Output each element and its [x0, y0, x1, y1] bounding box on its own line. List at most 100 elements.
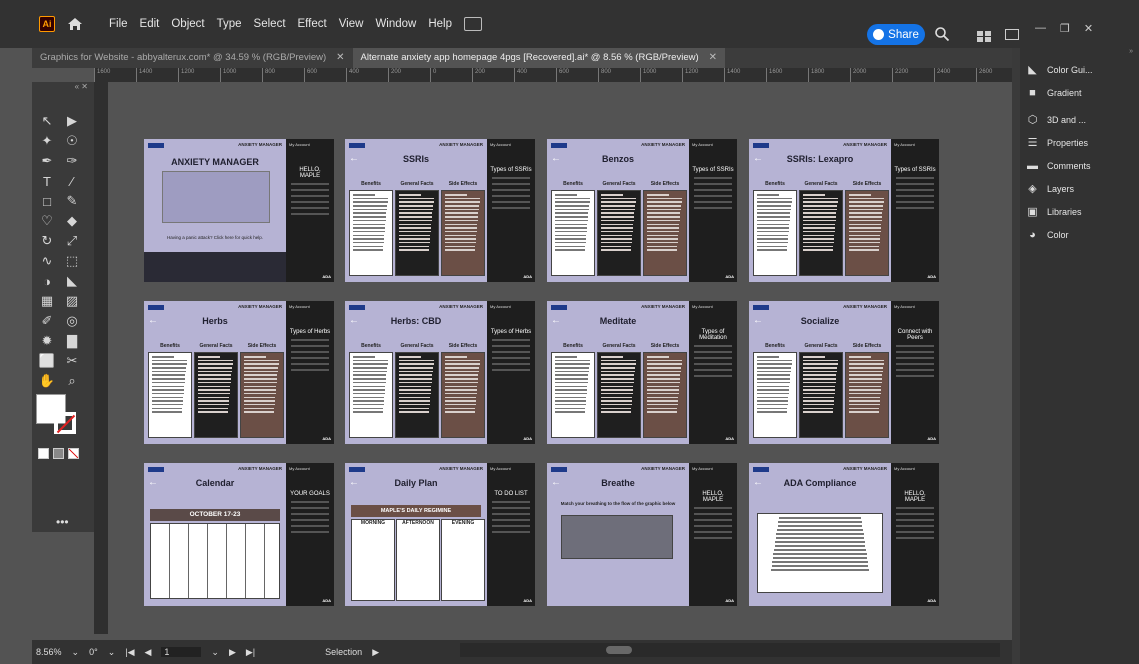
- search-icon[interactable]: [934, 26, 950, 42]
- artboard-title: Breathe: [601, 478, 635, 488]
- rotation-value[interactable]: 0°: [89, 647, 98, 657]
- hand-tool-icon[interactable]: ✋: [37, 372, 57, 390]
- artboard-number[interactable]: 1: [161, 647, 202, 657]
- panel-color-gui[interactable]: ◣ Color Gui...: [1020, 58, 1139, 81]
- sidebar-line: [492, 363, 530, 365]
- artboard-tool-icon[interactable]: ⬜: [37, 352, 57, 370]
- zoom-level[interactable]: 8.56%: [36, 647, 62, 657]
- menu-view[interactable]: View: [333, 18, 370, 30]
- line-tool-icon[interactable]: ∕: [62, 172, 82, 190]
- paintbrush-tool-icon[interactable]: ✎: [62, 192, 82, 210]
- minimize-icon[interactable]: —: [1035, 22, 1046, 35]
- blend-tool-icon[interactable]: ◎: [62, 312, 82, 330]
- rectangle-tool-icon[interactable]: □: [37, 192, 57, 210]
- menu-type[interactable]: Type: [211, 18, 248, 30]
- arrange-documents-icon[interactable]: [464, 17, 482, 31]
- artboard-anxiety-manager[interactable]: ANXIETY MANAGER ANXIETY MANAGER Having a p…: [144, 139, 334, 282]
- zoom-tool-icon[interactable]: ⌕: [62, 372, 82, 390]
- ruler-tick: 2200: [892, 68, 908, 82]
- horizontal-scrollbar[interactable]: [460, 643, 1000, 657]
- column-heading: Side Effects: [852, 343, 882, 349]
- home-icon[interactable]: [67, 17, 83, 31]
- curvature-tool-icon[interactable]: ✑: [62, 152, 82, 170]
- panel-color[interactable]: ◕ Color: [1020, 223, 1139, 246]
- magic-wand-tool-icon[interactable]: ✦: [37, 132, 57, 150]
- menu-effect[interactable]: Effect: [292, 18, 333, 30]
- artboard-herbs[interactable]: ANXIETY MANAGER ← Herbs Benefits General Fac…: [144, 301, 334, 444]
- document-tab-1[interactable]: Graphics for Website - abbyalterux.com* …: [32, 48, 353, 68]
- shape-builder-tool-icon[interactable]: ◑: [37, 272, 57, 290]
- perspective-grid-tool-icon[interactable]: ◣: [62, 272, 82, 290]
- panel-3d-and[interactable]: ⬡ 3D and ...: [1020, 108, 1139, 131]
- tab-close-icon[interactable]: ✕: [709, 48, 717, 68]
- menu-file[interactable]: File: [103, 18, 134, 30]
- mesh-tool-icon[interactable]: ▦: [37, 292, 57, 310]
- share-button[interactable]: Share: [867, 24, 925, 45]
- more-tools-icon[interactable]: •••: [56, 515, 69, 529]
- sidebar-line: [492, 525, 530, 527]
- last-artboard-icon[interactable]: ▶|: [246, 647, 255, 658]
- next-artboard-icon[interactable]: ▶: [229, 647, 236, 658]
- free-transform-tool-icon[interactable]: ⬚: [62, 252, 82, 270]
- menu-object[interactable]: Object: [165, 18, 210, 30]
- panel-layers[interactable]: ◈ Layers: [1020, 177, 1139, 200]
- menu-help[interactable]: Help: [422, 18, 458, 30]
- artboard-benzos[interactable]: ANXIETY MANAGER ← Benzos Benefits General Fa…: [547, 139, 737, 282]
- gradient-mode-icon[interactable]: [53, 448, 64, 459]
- pen-tool-icon[interactable]: ✒: [37, 152, 57, 170]
- rotate-tool-icon[interactable]: ↻: [37, 232, 57, 250]
- lasso-tool-icon[interactable]: ☉: [62, 132, 82, 150]
- type-tool-icon[interactable]: T: [37, 172, 57, 190]
- tab-close-icon[interactable]: ✕: [336, 48, 344, 68]
- toolbar-collapse-icon[interactable]: « ✕: [32, 82, 94, 94]
- my-account-link: My Account: [490, 142, 511, 147]
- selection-tool-icon[interactable]: ↖: [37, 112, 57, 130]
- sidebar-line: [492, 507, 530, 509]
- scale-tool-icon[interactable]: ⤢: [62, 232, 82, 250]
- artboard-socialize[interactable]: ANXIETY MANAGER ← Socialize Benefits General…: [749, 301, 939, 444]
- first-artboard-icon[interactable]: |◀: [125, 647, 134, 658]
- panel-libraries[interactable]: ▣ Libraries: [1020, 200, 1139, 223]
- symbol-sprayer-tool-icon[interactable]: ✹: [37, 332, 57, 350]
- panel-comments[interactable]: ▬ Comments: [1020, 154, 1139, 177]
- menu-edit[interactable]: Edit: [134, 18, 166, 30]
- restore-icon[interactable]: ❐: [1060, 22, 1070, 35]
- close-icon[interactable]: ✕: [1084, 22, 1093, 35]
- color-mode-icon[interactable]: [38, 448, 49, 459]
- eyedropper-tool-icon[interactable]: ✐: [37, 312, 57, 330]
- panel-properties[interactable]: ☰ Properties: [1020, 131, 1139, 154]
- artboard-dropdown-icon[interactable]: ⌄: [211, 647, 219, 658]
- rotation-dropdown-icon[interactable]: ⌄: [108, 647, 116, 658]
- none-mode-icon[interactable]: [68, 448, 79, 459]
- workspace-grid-icon[interactable]: [977, 29, 991, 42]
- panel-gradient[interactable]: ■ Gradient: [1020, 81, 1139, 104]
- artboard-calendar[interactable]: ANXIETY MANAGER ← Calendar OCTOBER 17-23 My …: [144, 463, 334, 606]
- status-menu-icon[interactable]: ▶: [372, 647, 379, 658]
- warp-tool-icon[interactable]: ∿: [37, 252, 57, 270]
- shaper-tool-icon[interactable]: ♡: [37, 212, 57, 230]
- ruler-tick: 800: [598, 68, 611, 82]
- menu-select[interactable]: Select: [248, 18, 292, 30]
- slice-tool-icon[interactable]: ✂: [62, 352, 82, 370]
- artboard-herbs-cbd[interactable]: ANXIETY MANAGER ← Herbs: CBD Benefits Genera…: [345, 301, 535, 444]
- artboard-daily-plan[interactable]: ANXIETY MANAGER ← Daily Plan MAPLE'S DAILY …: [345, 463, 535, 606]
- workspace-panel-icon[interactable]: [1005, 29, 1019, 40]
- artboard-canvas[interactable]: ANXIETY MANAGER ANXIETY MANAGER Having a p…: [108, 82, 1012, 634]
- zoom-dropdown-icon[interactable]: ⌄: [72, 647, 80, 658]
- artboard-meditate[interactable]: ANXIETY MANAGER ← Meditate Benefits General …: [547, 301, 737, 444]
- fill-stroke-swatches[interactable]: [36, 394, 86, 438]
- document-tab-2[interactable]: Alternate anxiety app homepage 4pgs [Rec…: [352, 48, 726, 68]
- artboard-ssris[interactable]: ANXIETY MANAGER ← SSRIs Benefits General Fac…: [345, 139, 535, 282]
- direct-selection-tool-icon[interactable]: ▶: [62, 112, 82, 130]
- column-graph-tool-icon[interactable]: ▇: [62, 332, 82, 350]
- artboard-ssris-lexapro[interactable]: ANXIETY MANAGER ← SSRIs: Lexapro Benefits Ge…: [749, 139, 939, 282]
- gradient-tool-icon[interactable]: ▨: [62, 292, 82, 310]
- stroke-swatch[interactable]: [54, 412, 76, 434]
- sidebar-title: HELLO, MAPLE: [702, 491, 724, 503]
- panel-collapse-icon[interactable]: »: [1020, 48, 1139, 58]
- menu-window[interactable]: Window: [369, 18, 422, 30]
- prev-artboard-icon[interactable]: ◀: [145, 647, 152, 658]
- artboard-breathe[interactable]: ANXIETY MANAGER ← Breathe Match your breath…: [547, 463, 737, 606]
- artboard-ada-compliance[interactable]: ANXIETY MANAGER ← ADA Compliance My Account…: [749, 463, 939, 606]
- eraser-tool-icon[interactable]: ◆: [62, 212, 82, 230]
